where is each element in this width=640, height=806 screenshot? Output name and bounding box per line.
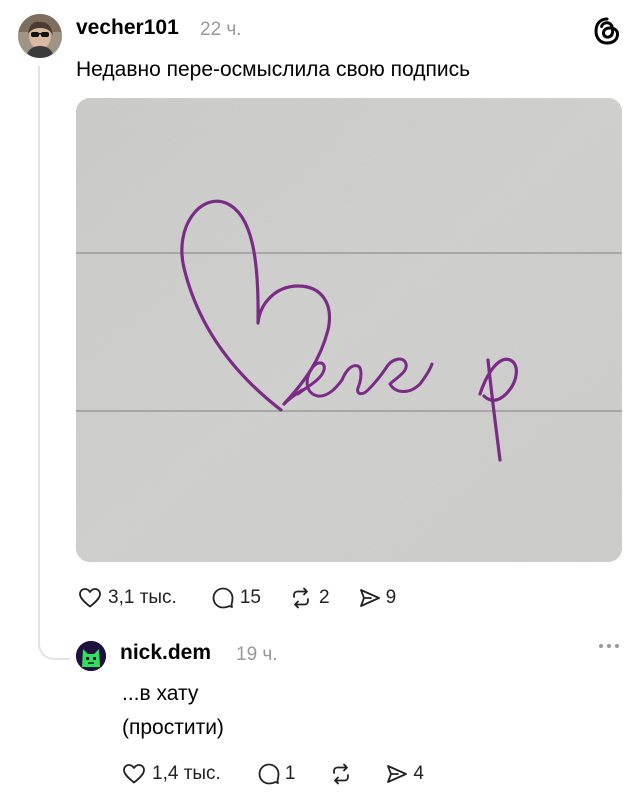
like-button[interactable]: 3,1 тыс. [78, 586, 177, 610]
avatar[interactable] [18, 14, 62, 58]
reply-avatar[interactable] [76, 641, 106, 671]
share-count: 9 [385, 587, 397, 608]
send-icon [359, 589, 380, 607]
post-text: Недавно пере-осмыслила свою подпись [76, 58, 471, 81]
reply-connector-curve [38, 640, 70, 660]
reply-like-button[interactable]: 1,4 тыс. [122, 762, 221, 786]
comment-icon [258, 763, 280, 785]
repost-icon [333, 763, 350, 785]
reply-actions: 1,4 тыс. 1 4 [122, 762, 424, 786]
post-time: 22 ч. [200, 19, 242, 40]
post-username[interactable]: vecher101 [76, 16, 179, 40]
heart-icon [123, 764, 145, 784]
share-button[interactable]: 9 [358, 586, 397, 610]
thread-connector-line [38, 66, 40, 644]
reply-share-count: 4 [413, 763, 424, 784]
more-options-icon[interactable] [598, 642, 620, 650]
send-icon [387, 765, 408, 783]
repost-count: 2 [318, 587, 330, 608]
reply-text-line1: ...в хату [122, 682, 199, 705]
reply-comment-button[interactable]: 1 [257, 762, 296, 786]
comment-icon [212, 587, 234, 609]
like-count: 3,1 тыс. [108, 587, 177, 608]
reply-share-button[interactable]: 4 [385, 762, 424, 786]
reply-username[interactable]: nick.dem [120, 641, 211, 665]
reply-repost-button[interactable] [329, 762, 353, 786]
threads-logo-icon[interactable] [592, 16, 622, 46]
comment-button[interactable]: 15 [211, 586, 261, 610]
heart-icon [79, 588, 101, 608]
reply-text-line2: (простити) [122, 716, 224, 739]
repost-icon [293, 587, 309, 609]
repost-button[interactable]: 2 [289, 586, 330, 610]
post-image[interactable] [76, 98, 622, 562]
reply-like-count: 1,4 тыс. [152, 763, 221, 784]
reply-time: 19 ч. [236, 644, 278, 665]
reply-comment-count: 1 [284, 763, 296, 784]
comment-count: 15 [239, 587, 261, 608]
post-actions: 3,1 тыс. 15 2 9 [78, 586, 396, 610]
